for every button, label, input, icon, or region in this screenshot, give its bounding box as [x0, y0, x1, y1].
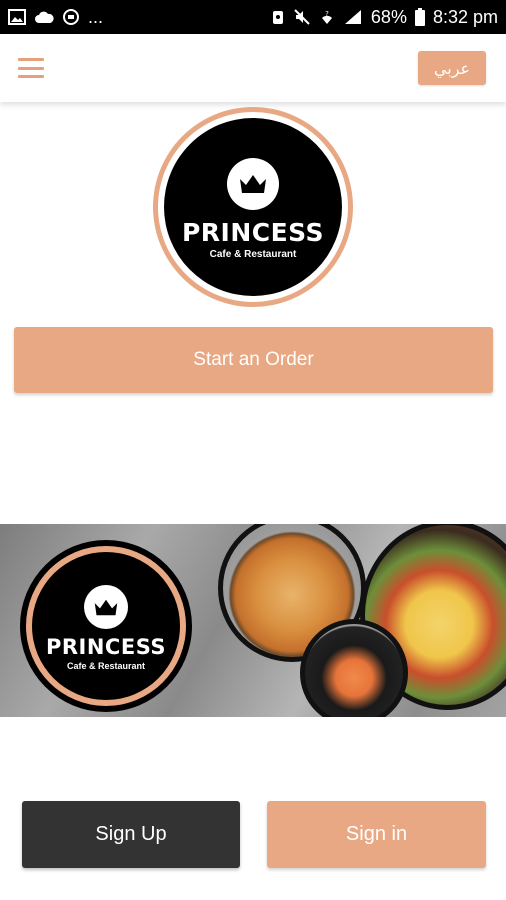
sign-in-button[interactable]: Sign in	[267, 801, 486, 868]
status-right: ? 68% 8:32 pm	[271, 7, 498, 28]
sync-icon	[62, 8, 80, 26]
sign-up-button[interactable]: Sign Up	[22, 801, 240, 868]
logo-brand-name: PRINCESS	[181, 218, 325, 247]
signal-icon	[343, 8, 363, 26]
svg-text:?: ?	[325, 10, 329, 18]
promo-banner: PRINCESS Cafe & Restaurant	[0, 524, 506, 717]
cloud-icon	[34, 10, 54, 24]
app-bar: عربي	[0, 34, 506, 102]
language-button[interactable]: عربي	[418, 51, 486, 85]
start-order-button[interactable]: Start an Order	[14, 327, 493, 393]
logo-brand-subtitle: Cafe & Restaurant	[209, 249, 297, 260]
auth-buttons: Sign Up Sign in	[22, 801, 486, 868]
banner-crown-icon	[84, 585, 128, 629]
alarm-icon	[271, 8, 285, 26]
battery-icon	[414, 8, 425, 26]
sushi-image	[300, 619, 408, 717]
wifi-icon: ?	[319, 8, 335, 26]
image-icon	[8, 9, 26, 25]
banner-brand-subtitle: Cafe & Restaurant	[66, 661, 146, 671]
restaurant-logo: PRINCESS Cafe & Restaurant	[153, 107, 353, 307]
banner-brand-name: PRINCESS	[45, 635, 166, 659]
status-time: 8:32 pm	[432, 6, 498, 27]
hamburger-menu-icon[interactable]	[18, 58, 44, 78]
status-overflow: ...	[88, 6, 104, 27]
battery-percent: 68%	[370, 6, 407, 27]
status-left: ...	[8, 7, 103, 28]
mute-icon	[293, 8, 311, 26]
crown-icon	[227, 158, 279, 210]
banner-logo: PRINCESS Cafe & Restaurant	[20, 540, 192, 712]
status-bar: ... ? 68% 8:32 pm	[0, 0, 506, 34]
